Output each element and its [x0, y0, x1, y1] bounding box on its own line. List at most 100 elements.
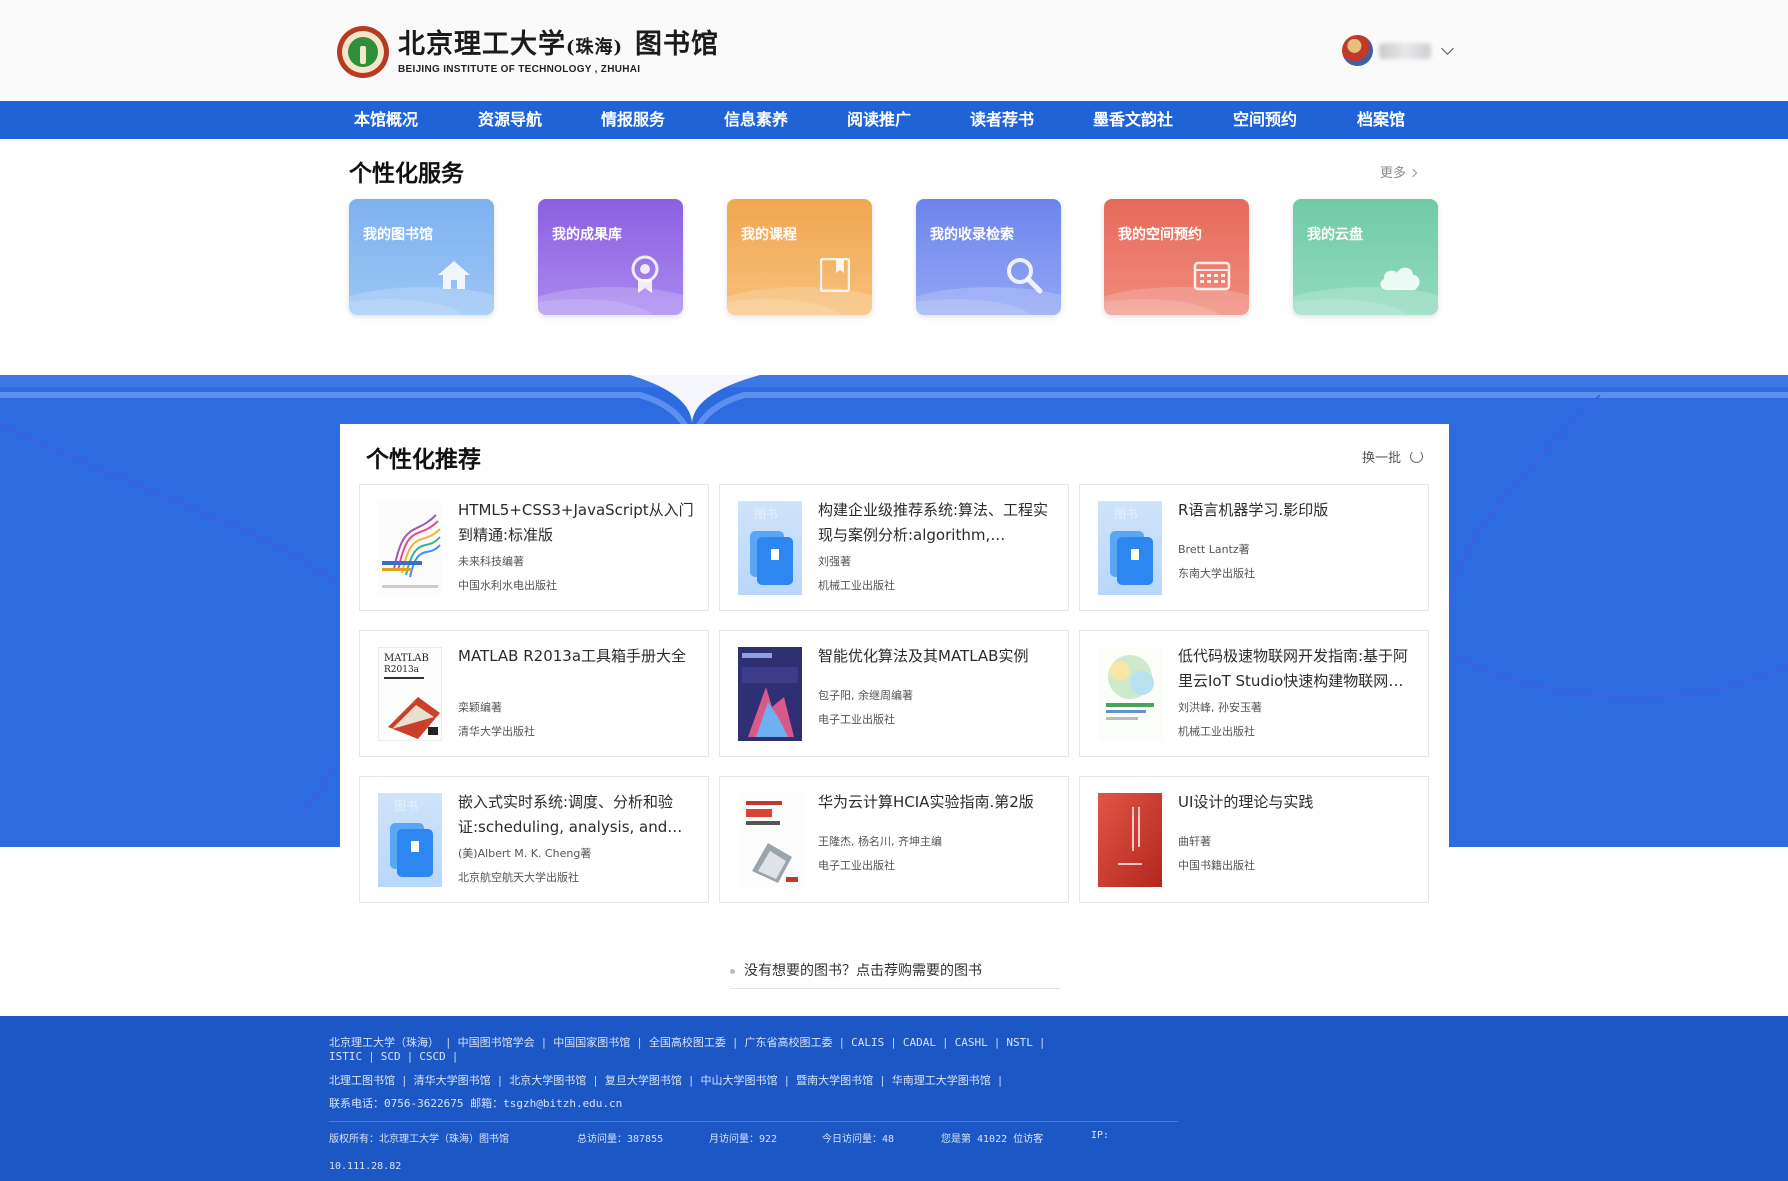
footer-link[interactable]: 全国高校图工委	[649, 1036, 726, 1049]
nav-item-info-literacy[interactable]: 信息素养	[724, 101, 788, 139]
avatar[interactable]	[1342, 35, 1373, 66]
refresh-batch-button[interactable]: 换一批	[1362, 447, 1424, 466]
footer-link[interactable]: 中国图书馆学会	[458, 1036, 535, 1049]
book-author: Brett Lantz著	[1178, 543, 1250, 556]
footer-link[interactable]: 华南理工大学图书馆	[892, 1074, 991, 1087]
service-card-label: 我的云盘	[1307, 227, 1363, 243]
service-card-label: 我的课程	[741, 227, 797, 243]
book-author: 栾颖编著	[458, 701, 502, 714]
nav-item-space-booking[interactable]: 空间预约	[1233, 101, 1297, 139]
calendar-icon	[1193, 261, 1231, 291]
svg-text:R2013a: R2013a	[384, 665, 420, 675]
footer-links-row-2: ISTIC | SCD | CSCD |	[329, 1050, 459, 1063]
service-card-my-cloud-drive[interactable]: 我的云盘	[1293, 199, 1438, 315]
book-cover-image	[738, 793, 802, 887]
book-card[interactable]: 华为云计算HCIA实验指南.第2版 王隆杰, 杨名川, 齐坤主编 电子工业出版社	[719, 776, 1069, 903]
book-author: 刘强著	[818, 555, 851, 568]
book-cover-placeholder: 图书	[378, 793, 442, 887]
service-card-my-space-booking[interactable]: 我的空间预约	[1104, 199, 1249, 315]
footer-link[interactable]: CSCD	[419, 1050, 446, 1063]
book-author: (美)Albert M. K. Cheng著	[458, 847, 592, 860]
services-title: 个性化服务	[349, 161, 464, 187]
service-card-my-achievements[interactable]: 我的成果库	[538, 199, 683, 315]
book-author: 包子阳, 余继周编著	[818, 689, 913, 702]
book-author: 王隆杰, 杨名川, 齐坤主编	[818, 835, 942, 848]
nav-item-information-service[interactable]: 情报服务	[601, 101, 665, 139]
footer-link[interactable]: CALIS	[851, 1036, 884, 1049]
footer-link[interactable]: SCD	[381, 1050, 401, 1063]
book-card[interactable]: 图书 嵌入式实时系统:调度、分析和验证:scheduling, analysis…	[359, 776, 709, 903]
search-icon	[1007, 258, 1043, 294]
book-cover-image	[378, 501, 442, 595]
service-card-my-library[interactable]: 我的图书馆	[349, 199, 494, 315]
library-logo[interactable]: 北京理工大学(珠海) 图书馆 BEIJING INSTITUTE OF TECHN…	[337, 26, 719, 78]
svg-text:MATLAB: MATLAB	[384, 653, 429, 664]
book-title: 华为云计算HCIA实验指南.第2版	[818, 793, 1034, 811]
footer-link[interactable]: 北京理工大学（珠海）	[329, 1036, 439, 1049]
footer-divider	[329, 1121, 1178, 1122]
footer-link[interactable]: NSTL	[1006, 1036, 1033, 1049]
book-title: 嵌入式实时系统:调度、分析和验证:scheduling, analysis, a…	[458, 793, 674, 836]
recommend-title: 个性化推荐	[366, 447, 481, 473]
user-menu[interactable]	[1342, 35, 1454, 66]
footer-link[interactable]: ISTIC	[329, 1050, 362, 1063]
logo-english-name: BEIJING INSTITUTE OF TECHNOLOGY , ZHUHAI	[398, 64, 641, 75]
book-cover-image: MATLAB R2013a	[378, 647, 442, 741]
book-publisher: 电子工业出版社	[818, 713, 895, 726]
divider	[730, 988, 1060, 989]
footer-link[interactable]: 北理工图书馆	[329, 1074, 395, 1087]
purchase-suggestion-link[interactable]: 没有想要的图书？点击荐购需要的图书	[730, 960, 982, 980]
book-publisher: 东南大学出版社	[1178, 567, 1255, 580]
footer-link[interactable]: 广东省高校图工委	[745, 1036, 833, 1049]
chevron-down-icon[interactable]	[1441, 41, 1454, 55]
service-card-label: 我的收录检索	[930, 227, 1014, 243]
book-author: 刘洪峰, 孙安玉著	[1178, 701, 1262, 714]
book-card[interactable]: HTML5+CSS3+JavaScript从入门到精通:标准版 未来科技编著 中…	[359, 484, 709, 611]
footer-ip-address: 10.111.28.82	[329, 1161, 402, 1172]
nav-item-resources[interactable]: 资源导航	[478, 101, 542, 139]
footer-ip-label: IP:	[1091, 1130, 1110, 1141]
footer-links-row-1: 北京理工大学（珠海） | 中国图书馆学会 | 中国国家图书馆 | 全国高校图工委 | 广东省高校…	[329, 1036, 1046, 1049]
nav-item-archives[interactable]: 档案馆	[1357, 101, 1405, 139]
book-card[interactable]: MATLAB R2013a MATLAB R2013a工具箱手册大全 栾颖编著 清…	[359, 630, 709, 757]
service-card-my-index-search[interactable]: 我的收录检索	[916, 199, 1061, 315]
footer-link[interactable]: 北京大学图书馆	[509, 1074, 586, 1087]
footer-visitor-number: 您是第 41022 位访客	[941, 1134, 1044, 1145]
book-title: 低代码极速物联网开发指南:基于阿里云IoT Studio快速构建物联网应用	[1178, 647, 1409, 690]
cloud-icon	[1380, 267, 1420, 290]
footer-link[interactable]: 清华大学图书馆	[414, 1074, 491, 1087]
book-card[interactable]: 低代码极速物联网开发指南:基于阿里云IoT Studio快速构建物联网应用 刘洪…	[1079, 630, 1429, 757]
footer-link[interactable]: CADAL	[903, 1036, 936, 1049]
award-icon	[631, 255, 659, 293]
service-card-my-courses[interactable]: 我的课程	[727, 199, 872, 315]
footer-link[interactable]: CASHL	[955, 1036, 988, 1049]
services-more-link[interactable]: 更多	[1380, 162, 1418, 181]
book-publisher: 机械工业出版社	[1178, 725, 1255, 738]
service-card-label: 我的成果库	[552, 227, 622, 243]
house-icon	[438, 261, 470, 289]
footer-copyright: 版权所有：北京理工大学（珠海）图书馆	[329, 1134, 509, 1145]
book-card[interactable]: 智能优化算法及其MATLAB实例 包子阳, 余继周编著 电子工业出版社	[719, 630, 1069, 757]
book-card[interactable]: 图书 构建企业级推荐系统:算法、工程实现与案例分析:algorithm, eng…	[719, 484, 1069, 611]
nav-item-reading-promotion[interactable]: 阅读推广	[847, 101, 911, 139]
book-publisher: 北京航空航天大学出版社	[458, 871, 579, 884]
nav-item-overview[interactable]: 本馆概况	[354, 101, 418, 139]
book-publisher: 中国水利水电出版社	[458, 579, 557, 592]
footer-link[interactable]: 复旦大学图书馆	[605, 1074, 682, 1087]
refresh-icon	[1410, 450, 1424, 463]
book-publisher: 中国书籍出版社	[1178, 859, 1255, 872]
main-nav: 本馆概况 资源导航 情报服务 信息素养 阅读推广 读者荐书 墨香文韵社 空间预约…	[0, 101, 1788, 139]
nav-item-literary-club[interactable]: 墨香文韵社	[1093, 101, 1173, 139]
book-card[interactable]: 图书 R语言机器学习.影印版 Brett Lantz著 东南大学出版社	[1079, 484, 1429, 611]
logo-chinese-name: 北京理工大学(珠海) 图书馆	[398, 29, 720, 60]
book-author: 未来科技编著	[458, 555, 524, 568]
nav-item-reader-recommend[interactable]: 读者荐书	[970, 101, 1034, 139]
book-card[interactable]: UI设计的理论与实践 曲轩著 中国书籍出版社	[1079, 776, 1429, 903]
site-header: 北京理工大学(珠海) 图书馆 BEIJING INSTITUTE OF TECHN…	[0, 0, 1788, 101]
book-author: 曲轩著	[1178, 835, 1211, 848]
service-card-label: 我的空间预约	[1118, 227, 1202, 243]
footer-link[interactable]: 中国国家图书馆	[553, 1036, 630, 1049]
footer-link[interactable]: 暨南大学图书馆	[796, 1074, 873, 1087]
book-cover-image	[1098, 647, 1162, 741]
footer-link[interactable]: 中山大学图书馆	[701, 1074, 778, 1087]
